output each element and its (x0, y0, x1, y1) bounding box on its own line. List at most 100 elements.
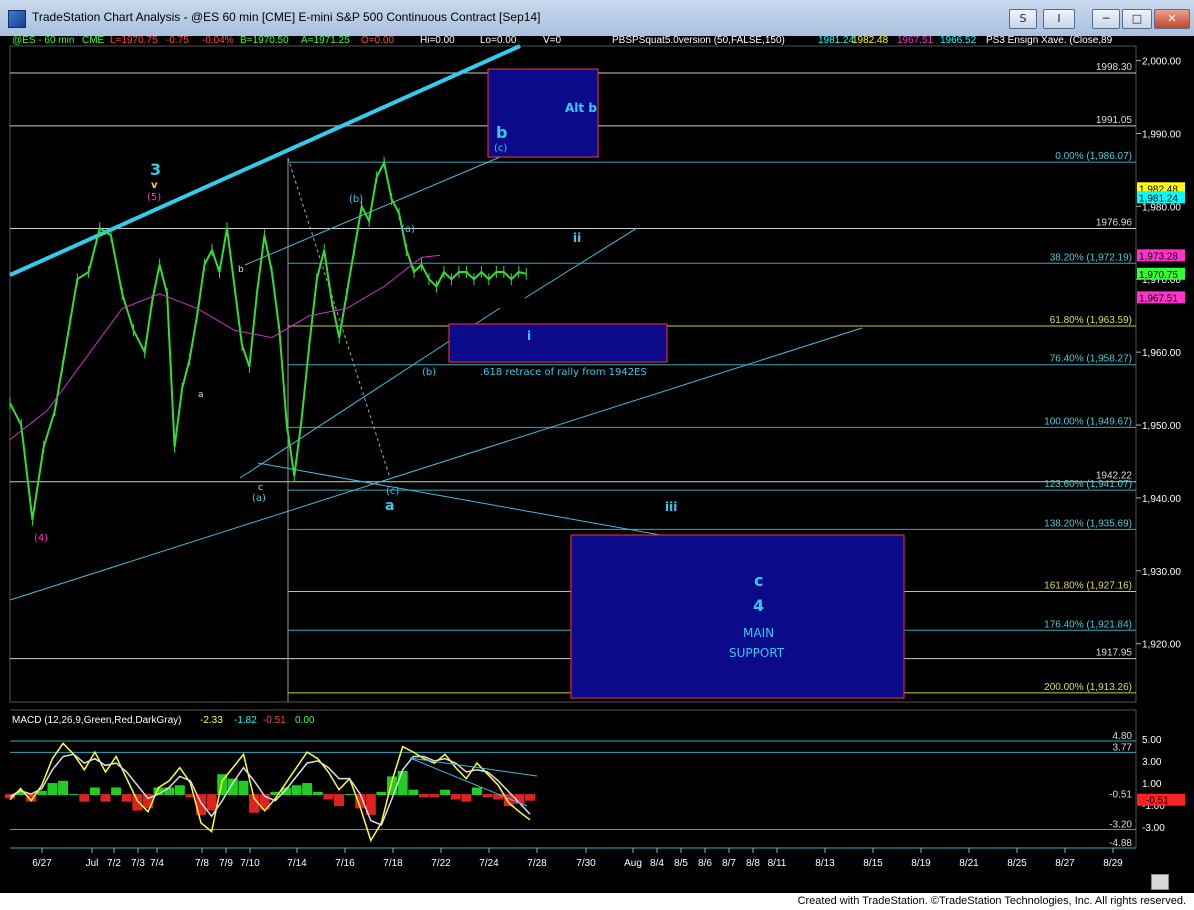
macd-y-tick-label: 1.00 (1142, 779, 1162, 790)
macd-histogram-bar (482, 794, 493, 798)
wave-label-c-paren: (c) (386, 486, 399, 497)
window-title: TradeStation Chart Analysis - @ES 60 min… (32, 10, 541, 24)
header-v2: 1982.48 (852, 36, 889, 46)
price-tag-label: 1,970.75 (1139, 270, 1178, 281)
wave-label-3: 3 (150, 160, 161, 179)
title-bar: TradeStation Chart Analysis - @ES 60 min… (0, 0, 1194, 37)
level-label: 200.00% (1,913.26) (1044, 682, 1132, 693)
support-label: SUPPORT (729, 646, 785, 660)
macd-histogram-bar (493, 794, 504, 800)
macd-histogram-bar (47, 783, 58, 796)
macd-histogram-bar (238, 780, 249, 796)
header-pct: -0.04% (202, 36, 234, 46)
maximize-button[interactable]: □ (1122, 9, 1152, 29)
retrace-annotation: .618 retrace of rally from 1942ES (480, 367, 647, 378)
macd-histogram-bar (440, 789, 451, 796)
x-tick-label: 7/28 (527, 858, 547, 869)
y-tick-label: 1,960.00 (1142, 348, 1181, 359)
macd-histogram-bar (323, 794, 334, 800)
header-symbol: @ES - 60 min (12, 36, 74, 46)
level-label: 100.00% (1,949.67) (1044, 416, 1132, 427)
macd-histogram-bar (142, 794, 153, 809)
header-ask: A=1971.25 (301, 36, 350, 46)
wave-label-small-c: c (258, 483, 263, 493)
header-lo: Lo=0.00 (480, 36, 517, 46)
x-tick-label: 7/4 (150, 858, 164, 869)
y-tick-label: 1,920.00 (1142, 640, 1181, 651)
chart-canvas[interactable]: @ES - 60 min CME L=1970.75 -0.75 -0.04% … (0, 36, 1194, 870)
header-study2: PS3 Ensign Xave. (Close,89 (986, 36, 1113, 46)
footer: Created with TradeStation. ©TradeStation… (0, 893, 1194, 910)
x-tick-label: 8/11 (768, 858, 787, 869)
wave-label-b-paren: (b) (349, 194, 363, 205)
x-tick-label: 7/9 (219, 858, 233, 869)
macd-header-v1: -2.33 (200, 715, 223, 726)
macd-histogram-bar (89, 787, 100, 796)
x-tick-label: 7/22 (431, 858, 451, 869)
close-button[interactable]: ✕ (1154, 9, 1190, 29)
level-label: 1991.05 (1096, 115, 1133, 126)
y-tick-label: 1,950.00 (1142, 421, 1181, 432)
x-tick-label: 7/2 (107, 858, 121, 869)
macd-header-v4: 0.00 (295, 715, 315, 726)
x-tick-label: Jul (86, 858, 99, 869)
x-tick-label: 7/10 (240, 858, 260, 869)
header-change: -0.75 (166, 36, 189, 46)
macd-value-tag-label: -0.51 (1146, 796, 1169, 807)
x-tick-label: 8/5 (674, 858, 688, 869)
macd-histogram-bar (333, 794, 344, 807)
x-tick-label: 8/7 (722, 858, 736, 869)
price-tag-label: 1,981.24 (1139, 193, 1178, 204)
macd-histogram-bar (100, 794, 111, 802)
x-tick-label: 7/16 (335, 858, 355, 869)
level-label: 1917.95 (1096, 648, 1133, 659)
y-tick-label: 1,990.00 (1142, 129, 1181, 140)
x-tick-label: 8/13 (815, 858, 835, 869)
header-v3: 1967.51 (897, 36, 934, 46)
header-hi: Hi=0.00 (420, 36, 455, 46)
header-v4: 1966.52 (940, 36, 977, 46)
wave-label-ii: ii (573, 231, 581, 245)
header-open: O=0.00 (361, 36, 395, 46)
level-label: 61.80% (1,963.59) (1050, 315, 1132, 326)
wave-label-b: b (496, 123, 507, 142)
level-label: 123.60% (1,941.07) (1044, 479, 1132, 490)
minimize-button[interactable]: ─ (1092, 9, 1120, 29)
wave-label-v: v (151, 180, 158, 191)
menu-button[interactable]: I (1043, 9, 1075, 29)
macd-level-label: -0.51 (1109, 790, 1132, 801)
wave-label-a-paren: (a) (252, 493, 266, 504)
macd-histogram-bar (111, 787, 122, 796)
style-button[interactable]: S (1009, 9, 1037, 29)
macd-histogram-bar (461, 794, 472, 802)
wave-label-alt-b: Alt b (565, 101, 597, 115)
macd-histogram-bar (206, 794, 217, 811)
y-tick-label: 1,930.00 (1142, 567, 1181, 578)
x-tick-label: 7/8 (195, 858, 209, 869)
macd-histogram-bar (418, 794, 429, 798)
chart-background (0, 36, 1194, 870)
level-label: 1976.96 (1096, 218, 1133, 229)
y-tick-label: 2,000.00 (1142, 57, 1181, 68)
scroll-right-button[interactable] (1151, 874, 1169, 890)
x-tick-label: 8/4 (650, 858, 664, 869)
x-tick-label: 7/30 (576, 858, 596, 869)
x-tick-label: 7/18 (383, 858, 403, 869)
x-tick-label: 8/29 (1103, 858, 1123, 869)
macd-header-v3: -0.51 (263, 715, 286, 726)
wave-label-iii: iii (665, 500, 677, 514)
macd-y-tick-label: 5.00 (1142, 735, 1162, 746)
header-last: L=1970.75 (110, 36, 158, 46)
horizontal-scrollbar[interactable] (0, 870, 1194, 893)
x-tick-label: 8/8 (746, 858, 760, 869)
macd-histogram-bar (68, 794, 79, 796)
x-tick-label: 8/27 (1055, 858, 1075, 869)
macd-y-tick-label: -3.00 (1142, 823, 1165, 834)
x-tick-label: 7/24 (479, 858, 499, 869)
wave-label-small-a: a (198, 390, 204, 400)
y-tick-label: 1,940.00 (1142, 494, 1181, 505)
wave-label-c-paren-2: (c) (494, 143, 507, 154)
macd-level-label: -3.20 (1109, 819, 1132, 830)
macd-header: MACD (12,26,9,Green,Red,DarkGray) -2.33 … (12, 715, 315, 726)
main-label: MAIN (743, 626, 774, 640)
